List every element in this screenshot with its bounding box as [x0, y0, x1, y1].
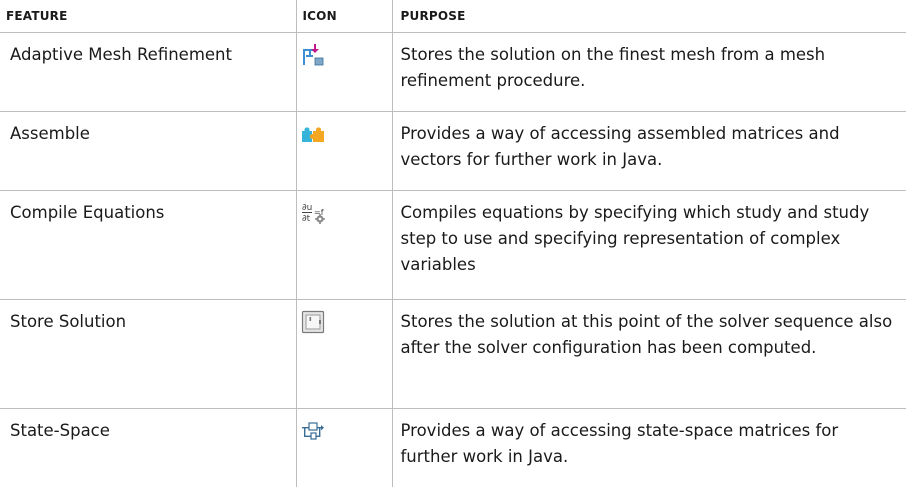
state-space-icon	[301, 419, 325, 443]
feature-name: Assemble	[0, 112, 296, 191]
icon-cell: ∂u ∂t =f	[296, 191, 392, 300]
purpose-text: Stores the solution on the finest mesh f…	[392, 33, 906, 112]
compile-equations-icon: ∂u ∂t =f	[301, 201, 327, 225]
feature-name: Store Solution	[0, 300, 296, 409]
table-row: Compile Equations ∂u ∂t =f Compiles equa…	[0, 191, 906, 300]
store-solution-icon	[301, 310, 325, 334]
table-row: Adaptive Mesh Refinement Stores the solu…	[0, 33, 906, 112]
purpose-text: Provides a way of accessing state-space …	[392, 409, 906, 487]
icon-cell	[296, 33, 392, 112]
feature-name: State-Space	[0, 409, 296, 487]
svg-text:∂u: ∂u	[302, 203, 312, 213]
header-icon: ICON	[296, 0, 392, 33]
assemble-puzzle-icon	[301, 122, 325, 146]
purpose-text: Stores the solution at this point of the…	[392, 300, 906, 409]
feature-table: FEATURE ICON PURPOSE Adaptive Mesh Refin…	[0, 0, 906, 487]
header-purpose: PURPOSE	[392, 0, 906, 33]
purpose-text: Provides a way of accessing assembled ma…	[392, 112, 906, 191]
table-row: Store Solution Stores the solution at th…	[0, 300, 906, 409]
table-row: State-Space Provides a way of accessing …	[0, 409, 906, 487]
svg-text:∂t: ∂t	[302, 214, 311, 224]
icon-cell	[296, 112, 392, 191]
feature-name: Compile Equations	[0, 191, 296, 300]
purpose-text: Compiles equations by specifying which s…	[392, 191, 906, 300]
table-row: Assemble Provides a way of accessing ass…	[0, 112, 906, 191]
icon-cell	[296, 300, 392, 409]
header-row: FEATURE ICON PURPOSE	[0, 0, 906, 33]
feature-name: Adaptive Mesh Refinement	[0, 33, 296, 112]
header-feature: FEATURE	[0, 0, 296, 33]
icon-cell	[296, 409, 392, 487]
mesh-refinement-icon	[301, 43, 325, 67]
